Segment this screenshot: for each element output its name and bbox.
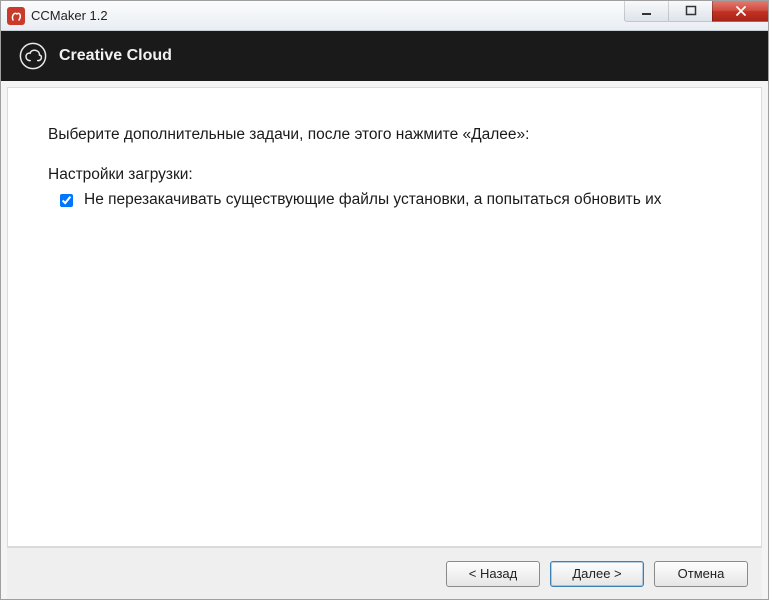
minimize-button[interactable]: [624, 1, 668, 22]
option-row: Не перезакачивать существующие файлы уст…: [48, 190, 721, 211]
titlebar[interactable]: CCMaker 1.2: [1, 1, 768, 31]
instruction-text: Выберите дополнительные задачи, после эт…: [48, 126, 721, 144]
app-icon: [7, 7, 25, 25]
next-button[interactable]: Далее >: [550, 561, 644, 587]
maximize-button[interactable]: [668, 1, 712, 22]
window-title: CCMaker 1.2: [31, 8, 108, 23]
wizard-footer: < Назад Далее > Отмена: [7, 547, 762, 599]
installer-window: CCMaker 1.2 Creative Cloud Выберите допо…: [0, 0, 769, 600]
banner: Creative Cloud: [1, 31, 768, 81]
back-button[interactable]: < Назад: [446, 561, 540, 587]
cancel-button[interactable]: Отмена: [654, 561, 748, 587]
content-wrap: Выберите дополнительные задачи, после эт…: [1, 81, 768, 599]
close-button[interactable]: [712, 1, 768, 22]
content-panel: Выберите дополнительные задачи, после эт…: [7, 87, 762, 547]
creative-cloud-icon: [19, 42, 47, 70]
download-settings-label: Настройки загрузки:: [48, 166, 721, 184]
banner-title: Creative Cloud: [59, 47, 172, 65]
reuse-files-label: Не перезакачивать существующие файлы уст…: [84, 190, 662, 211]
window-controls: [624, 1, 768, 22]
reuse-files-checkbox[interactable]: [60, 194, 73, 207]
